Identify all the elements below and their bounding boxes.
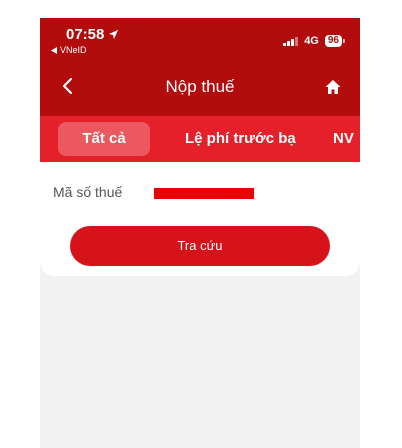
signal-icon: [283, 36, 299, 46]
tab-all[interactable]: Tất cả: [58, 122, 150, 156]
back-triangle-icon: [51, 46, 57, 54]
search-form: Mã số thuế Tra cứu: [40, 162, 360, 276]
search-button[interactable]: Tra cứu: [70, 226, 330, 266]
battery-icon: 96: [324, 35, 346, 47]
tab-bar: Tất cả Lệ phí trước bạ NV: [40, 116, 360, 162]
status-time-text: 07:58: [66, 26, 105, 43]
app-screen: 07:58 VNeID 4G 96 Nộp thuế Tất cả Lệ phí…: [40, 18, 360, 448]
location-arrow-icon: [109, 29, 119, 40]
tax-code-label: Mã số thuế: [53, 184, 123, 200]
header-bar: 07:58 VNeID 4G 96 Nộp thuế: [40, 18, 360, 116]
tab-registration-fee[interactable]: Lệ phí trước bạ: [185, 122, 296, 156]
page-title: Nộp thuế: [165, 77, 235, 96]
status-indicators: 4G 96: [283, 35, 346, 47]
home-icon[interactable]: [324, 78, 342, 96]
redaction-mark: [154, 188, 254, 199]
network-type: 4G: [304, 35, 319, 47]
tab-nv[interactable]: NV: [333, 122, 354, 156]
status-time: 07:58: [66, 26, 119, 43]
status-back-app-label: VNeID: [60, 45, 87, 55]
status-back-to-app[interactable]: VNeID: [51, 45, 87, 55]
